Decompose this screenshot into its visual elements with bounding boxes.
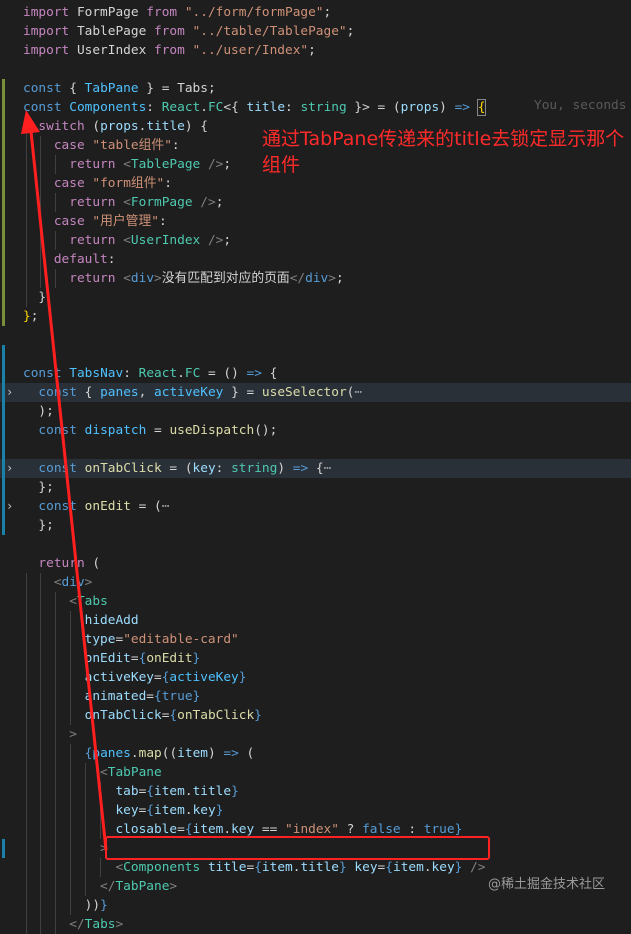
code-token: Tabs [84,917,116,932]
code-token: </ [69,917,85,932]
code-line[interactable]: </Tabs> [0,915,631,934]
annotation-arrow [21,110,108,851]
code-token: > [115,917,124,932]
code-text: </Tabs> [23,915,123,934]
watermark: @稀土掘金技术社区 [488,877,606,892]
